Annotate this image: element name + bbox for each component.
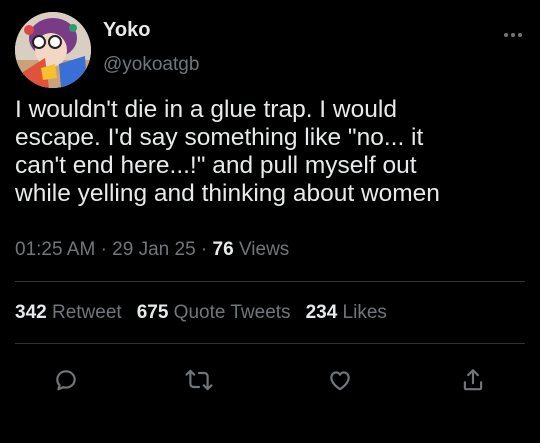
more-options-button[interactable] [498, 24, 528, 46]
reply-icon [56, 370, 76, 391]
tweet-date[interactable]: 29 Jan 25 [112, 239, 195, 260]
tweet: Yoko @yokoatgb I wouldn't die in a glue … [0, 0, 540, 443]
reply-button[interactable] [48, 362, 84, 398]
share-button[interactable] [455, 362, 491, 398]
retweets-stat[interactable]: 342 Retweet [15, 302, 122, 323]
tweet-stats: 342 Retweet 675 Quote Tweets 234 Likes [15, 302, 387, 324]
quotes-label: Quote Tweets [173, 302, 291, 323]
avatar[interactable] [15, 12, 91, 88]
author-display-name[interactable]: Yoko [103, 19, 150, 42]
avatar-image [15, 12, 91, 88]
more-horizontal-icon [504, 33, 522, 37]
retweet-button[interactable] [181, 362, 217, 398]
divider [15, 281, 525, 282]
retweets-label: Retweet [51, 302, 122, 323]
quotes-stat[interactable]: 675 Quote Tweets [137, 302, 291, 323]
like-button[interactable] [322, 362, 358, 398]
likes-stat[interactable]: 234 Likes [306, 302, 387, 323]
share-icon [463, 369, 483, 391]
tweet-text: I wouldn't die in a glue trap. I would e… [15, 96, 440, 207]
meta-separator: · [200, 239, 208, 260]
quotes-count: 675 [136, 302, 169, 323]
divider [15, 343, 525, 344]
action-bar [0, 362, 540, 398]
author-handle[interactable]: @yokoatgb [103, 54, 199, 76]
views-count: 76 [212, 239, 234, 260]
retweet-icon [185, 369, 213, 391]
tweet-meta: 01:25 AM · 29 Jan 25 · 76 Views [15, 239, 289, 261]
likes-count: 234 [305, 302, 338, 323]
views-label: Views [238, 239, 290, 260]
like-icon [330, 371, 350, 391]
likes-label: Likes [342, 302, 387, 323]
tweet-time[interactable]: 01:25 AM [15, 239, 95, 260]
retweets-count: 342 [15, 302, 47, 323]
meta-separator: · [100, 239, 107, 260]
